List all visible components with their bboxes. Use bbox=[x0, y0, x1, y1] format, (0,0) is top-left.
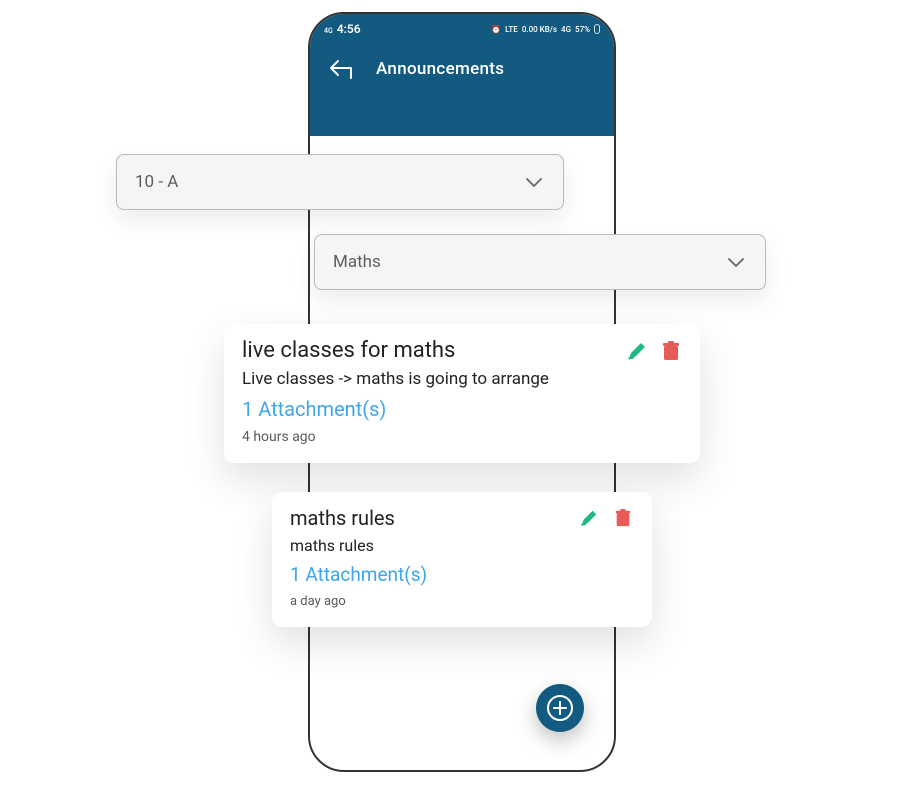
chevron-down-icon bbox=[523, 171, 545, 193]
net-type: 4G bbox=[561, 25, 571, 34]
announcement-card[interactable]: maths rules maths rules 1 Attachment(s) … bbox=[272, 492, 652, 627]
pencil-icon[interactable] bbox=[578, 507, 600, 529]
chevron-down-icon bbox=[725, 251, 747, 273]
attachments-link[interactable]: 1 Attachment(s) bbox=[242, 397, 682, 421]
alarm-icon: ⏰ bbox=[491, 25, 501, 34]
announcement-description: maths rules bbox=[290, 536, 634, 555]
pencil-icon[interactable] bbox=[626, 340, 648, 362]
lte-label: LTE bbox=[505, 25, 518, 34]
announcement-description: Live classes -> maths is going to arrang… bbox=[242, 369, 682, 389]
trash-icon[interactable] bbox=[660, 340, 682, 362]
status-left: 4G 4:56 bbox=[324, 22, 361, 36]
card-header: live classes for maths bbox=[242, 338, 682, 363]
card-actions bbox=[626, 340, 682, 362]
header-title-row: Announcements bbox=[310, 36, 614, 80]
status-right: ⏰ LTE 0.00 KB/s 4G 57% bbox=[491, 24, 600, 34]
battery-pct: 57% bbox=[575, 25, 590, 34]
time-ago: 4 hours ago bbox=[242, 429, 682, 445]
announcement-title: live classes for maths bbox=[242, 338, 455, 363]
time-ago: a day ago bbox=[290, 594, 634, 609]
page-title: Announcements bbox=[376, 59, 504, 79]
card-actions bbox=[578, 507, 634, 529]
back-icon[interactable] bbox=[328, 58, 354, 80]
trash-icon[interactable] bbox=[612, 507, 634, 529]
net-speed: 0.00 KB/s bbox=[522, 25, 557, 34]
attachments-link[interactable]: 1 Attachment(s) bbox=[290, 563, 634, 586]
subject-dropdown-value: Maths bbox=[333, 252, 381, 272]
clock-time: 4:56 bbox=[337, 22, 361, 36]
announcement-card[interactable]: live classes for maths Live classes -> m… bbox=[224, 324, 700, 463]
plus-circle-icon bbox=[546, 694, 574, 722]
card-header: maths rules bbox=[290, 506, 634, 530]
section-dropdown[interactable]: 10 - A bbox=[116, 154, 564, 210]
battery-icon bbox=[594, 24, 600, 34]
signal-label: 4G bbox=[324, 28, 333, 35]
announcement-title: maths rules bbox=[290, 506, 395, 530]
status-bar: 4G 4:56 ⏰ LTE 0.00 KB/s 4G 57% bbox=[310, 14, 614, 36]
add-announcement-button[interactable] bbox=[536, 684, 584, 732]
app-header: 4G 4:56 ⏰ LTE 0.00 KB/s 4G 57% Announcem… bbox=[310, 14, 614, 136]
subject-dropdown[interactable]: Maths bbox=[314, 234, 766, 290]
section-dropdown-value: 10 - A bbox=[135, 172, 178, 192]
